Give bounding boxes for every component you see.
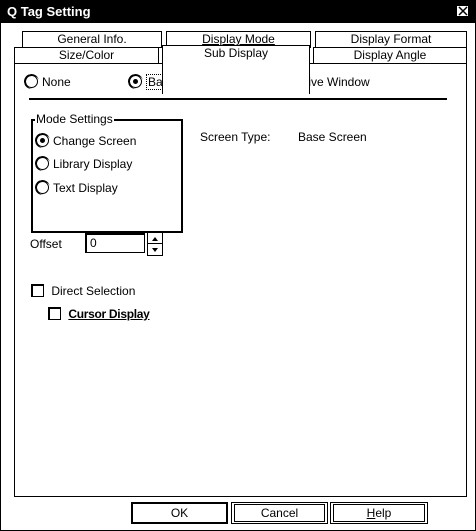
radio-none-button[interactable] [25, 75, 38, 89]
radio-change-screen-label: Change Screen [53, 133, 137, 148]
tab-label: Display Mode [202, 32, 275, 46]
ok-label: OK [170, 506, 189, 520]
direct-selection-checkbox[interactable] [31, 284, 44, 298]
separator-line [29, 98, 447, 100]
radio-none[interactable]: None [25, 74, 71, 90]
cancel-button[interactable]: Cancel [231, 502, 328, 524]
offset-value: 0 [90, 236, 97, 250]
q-tag-setting-dialog: Q Tag Setting General Info. Display Mode… [0, 0, 476, 531]
screen-type-label: Screen Type: [200, 130, 271, 144]
tab-sub-display[interactable]: Sub Display [162, 45, 310, 94]
tab-label: General Info. [57, 32, 127, 46]
cancel-label: Cancel [260, 506, 299, 520]
close-button[interactable] [456, 5, 469, 17]
radio-text-display-label: Text Display [53, 180, 118, 195]
title-bar: Q Tag Setting [1, 1, 475, 23]
direct-selection-label: Direct Selection [51, 283, 136, 298]
help-label: Help [366, 506, 392, 520]
tab-size-color[interactable]: Size/Color [14, 47, 159, 64]
panel-left-border [14, 63, 15, 497]
mode-settings-title: Mode Settings [35, 112, 114, 126]
spin-up-button[interactable] [148, 233, 162, 244]
radio-base-screen-button[interactable] [129, 75, 142, 89]
help-button[interactable]: Help [330, 502, 428, 524]
arrow-up-icon [152, 237, 158, 241]
tab-display-angle[interactable]: Display Angle [313, 47, 467, 64]
tab-label: Sub Display [203, 46, 269, 60]
screen-type-value: Base Screen [298, 130, 367, 144]
tab-display-format[interactable]: Display Format [315, 31, 467, 48]
radio-text-display-button[interactable] [36, 181, 49, 195]
offset-label: Offset [30, 237, 62, 251]
tab-label: Display Angle [353, 48, 427, 62]
dialog-title: Q Tag Setting [7, 4, 91, 19]
radio-change-screen[interactable]: Change Screen [36, 133, 136, 149]
radio-library-display[interactable]: Library Display [36, 156, 132, 172]
direct-selection-checkbox-row[interactable]: Direct Selection [31, 283, 135, 298]
cursor-display-checkbox[interactable] [48, 307, 61, 321]
radio-library-display-label: Library Display [53, 156, 133, 171]
panel-top-border-left [14, 63, 162, 64]
cursor-display-checkbox-row[interactable]: Cursor Display [48, 306, 150, 321]
tab-general-info[interactable]: General Info. [22, 31, 162, 48]
panel-right-border [466, 63, 467, 497]
offset-input[interactable]: 0 [85, 233, 145, 253]
tab-label: Display Format [350, 32, 432, 46]
spin-down-button[interactable] [148, 244, 162, 255]
panel-bottom-border [14, 496, 467, 497]
panel-top-border-right [310, 63, 467, 64]
tab-label: Size/Color [58, 48, 115, 62]
ok-button[interactable]: OK [131, 502, 228, 524]
radio-library-display-button[interactable] [36, 157, 49, 171]
arrow-down-icon [152, 248, 158, 252]
radio-change-screen-button[interactable] [36, 134, 49, 148]
offset-spinner[interactable] [147, 232, 163, 256]
radio-none-label: None [42, 74, 71, 89]
close-icon [458, 6, 468, 16]
cursor-display-label: Cursor Display [68, 306, 150, 321]
radio-text-display[interactable]: Text Display [36, 180, 118, 196]
